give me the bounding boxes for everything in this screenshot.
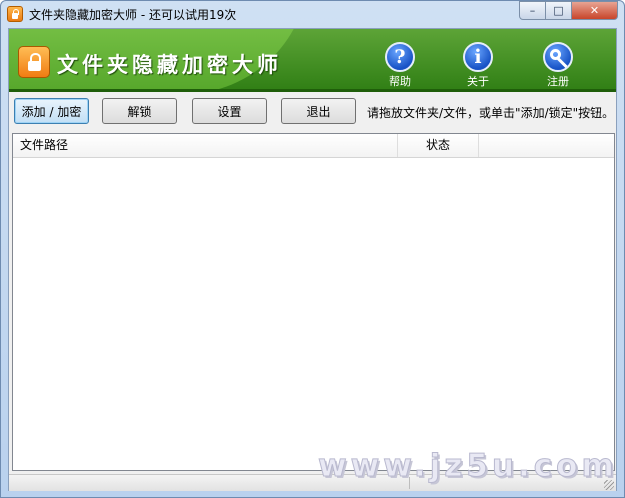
key-icon [543,42,573,72]
column-header-filler [479,134,614,157]
title-bar[interactable]: 文件夹隐藏加密大师 - 还可以试用19次 – □ ✕ [1,1,624,27]
info-icon: i [463,42,493,72]
file-list[interactable]: 文件路径 状态 [12,133,615,471]
register-tool[interactable]: 注册 [533,42,583,90]
column-header-path[interactable]: 文件路径 [13,134,398,157]
list-header: 文件路径 状态 [13,134,614,158]
drag-drop-hint: 请拖放文件夹/文件，或单击"添加/锁定"按钮。 [367,106,615,120]
about-label: 关于 [467,75,489,88]
toolbar: 添加 / 加密 解锁 设置 退出 请拖放文件夹/文件，或单击"添加/锁定"按钮。 [9,92,616,128]
header-banner: 文件夹隐藏加密大师 ? 帮助 i 关于 注册 [9,29,616,92]
lock-logo-icon [18,46,50,78]
maximize-button[interactable]: □ [546,1,572,20]
client-area: 文件夹隐藏加密大师 ? 帮助 i 关于 注册 添加 / 加密 解锁 设置 退出 [8,28,617,491]
close-button[interactable]: ✕ [572,1,618,20]
window-title: 文件夹隐藏加密大师 - 还可以试用19次 [29,8,237,22]
lock-app-icon [7,6,23,22]
unlock-button[interactable]: 解锁 [102,98,177,124]
column-header-status[interactable]: 状态 [398,134,479,157]
key-shaft [556,57,568,69]
add-encrypt-button[interactable]: 添加 / 加密 [14,98,89,124]
lock-body [28,61,41,71]
brand-title: 文件夹隐藏加密大师 [57,52,282,77]
register-label: 注册 [547,75,569,88]
help-tool[interactable]: ? 帮助 [375,42,425,90]
settings-button[interactable]: 设置 [192,98,267,124]
app-window: 文件夹隐藏加密大师 - 还可以试用19次 – □ ✕ 文件夹隐藏加密大师 ? 帮… [0,0,625,498]
about-tool[interactable]: i 关于 [453,42,503,90]
window-controls: – □ ✕ [519,1,618,20]
minimize-button[interactable]: – [519,1,546,20]
help-label: 帮助 [389,75,411,88]
exit-button[interactable]: 退出 [281,98,356,124]
help-icon: ? [385,42,415,72]
watermark: www.jz5u.com [318,448,618,485]
